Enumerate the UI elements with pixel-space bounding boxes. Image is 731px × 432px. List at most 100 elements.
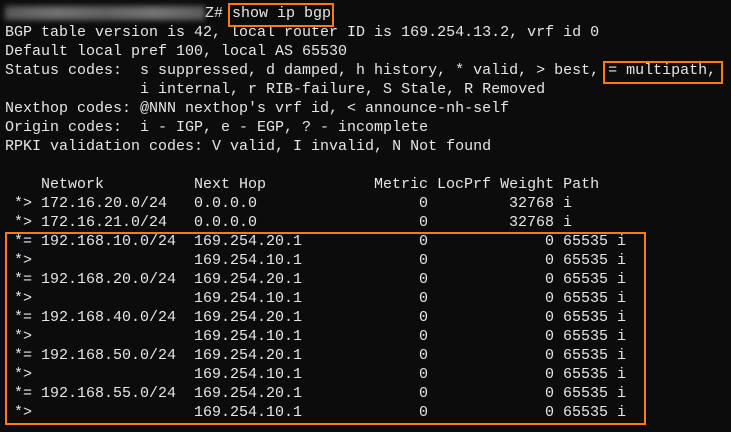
info-line: RPKI validation codes: V valid, I invali… bbox=[5, 138, 492, 155]
table-row: *= 192.168.20.0/24 169.254.20.1 0 0 65535 i bbox=[5, 270, 716, 289]
route-status: *> bbox=[14, 366, 33, 383]
route-network: 172.16.21.0/24 bbox=[41, 214, 168, 231]
prompt-line: Z# show ip bgp bbox=[5, 4, 716, 23]
info-line: i internal, r RIB-failure, S Stale, R Re… bbox=[5, 81, 546, 98]
prompt-suffix: Z# bbox=[205, 5, 224, 22]
route-next-hop: 169.254.20.1 bbox=[194, 309, 303, 326]
route-weight: 0 bbox=[545, 233, 555, 250]
route-weight: 0 bbox=[545, 252, 555, 269]
route-metric: 0 bbox=[419, 385, 429, 402]
route-metric: 0 bbox=[419, 404, 429, 421]
route-weight: 0 bbox=[545, 309, 555, 326]
route-metric: 0 bbox=[419, 271, 429, 288]
route-path: 65535 i bbox=[563, 309, 627, 326]
route-metric: 0 bbox=[419, 309, 429, 326]
route-metric: 0 bbox=[419, 195, 429, 212]
header-network: Network bbox=[41, 176, 105, 193]
route-path: 65535 i bbox=[563, 347, 627, 364]
route-metric: 0 bbox=[419, 347, 429, 364]
route-network: 192.168.40.0/24 bbox=[41, 309, 177, 326]
route-metric: 0 bbox=[419, 290, 429, 307]
route-next-hop: 169.254.20.1 bbox=[194, 385, 303, 402]
route-next-hop: 169.254.20.1 bbox=[194, 347, 303, 364]
route-status: *> bbox=[14, 252, 33, 269]
table-row: *= 192.168.50.0/24 169.254.20.1 0 0 65535 i bbox=[5, 346, 716, 365]
route-status: *= bbox=[14, 347, 33, 364]
route-path: 65535 i bbox=[563, 290, 627, 307]
redacted-hostname bbox=[5, 6, 205, 21]
route-weight: 0 bbox=[545, 366, 555, 383]
route-weight: 0 bbox=[545, 328, 555, 345]
route-network: 192.168.50.0/24 bbox=[41, 347, 177, 364]
route-network: 192.168.20.0/24 bbox=[41, 271, 177, 288]
info-line: Nexthop codes: @NNN nexthop's vrf id, < … bbox=[5, 100, 510, 117]
route-path: 65535 i bbox=[563, 233, 627, 250]
route-next-hop: 0.0.0.0 bbox=[194, 195, 258, 212]
route-weight: 0 bbox=[545, 347, 555, 364]
status-codes-line: Status codes: s suppressed, d damped, h … bbox=[5, 61, 716, 80]
table-header: Network Next Hop Metric LocPrf Weight Path bbox=[5, 175, 716, 194]
route-weight: 0 bbox=[545, 271, 555, 288]
info-line: BGP table version is 42, local router ID… bbox=[5, 24, 600, 41]
route-next-hop: 169.254.10.1 bbox=[194, 366, 303, 383]
command-text: show ip bgp bbox=[232, 5, 332, 22]
route-path: i bbox=[563, 195, 573, 212]
route-network: 192.168.55.0/24 bbox=[41, 385, 177, 402]
route-next-hop: 0.0.0.0 bbox=[194, 214, 258, 231]
route-metric: 0 bbox=[419, 366, 429, 383]
route-network: 172.16.20.0/24 bbox=[41, 195, 168, 212]
route-status: *= bbox=[14, 385, 33, 402]
route-path: 65535 i bbox=[563, 252, 627, 269]
terminal-output: Z# show ip bgp BGP table version is 42, … bbox=[5, 4, 716, 422]
multipath-code: = multipath, bbox=[608, 62, 717, 79]
table-row: *> 169.254.10.1 0 0 65535 i bbox=[5, 365, 716, 384]
route-status: *> bbox=[14, 328, 33, 345]
table-row: *> 169.254.10.1 0 0 65535 i bbox=[5, 327, 716, 346]
route-path: 65535 i bbox=[563, 328, 627, 345]
table-row: *= 192.168.55.0/24 169.254.20.1 0 0 65535 i bbox=[5, 384, 716, 403]
route-next-hop: 169.254.10.1 bbox=[194, 290, 303, 307]
table-row: *> 169.254.10.1 0 0 65535 i bbox=[5, 289, 716, 308]
route-metric: 0 bbox=[419, 328, 429, 345]
route-path: 65535 i bbox=[563, 366, 627, 383]
header-next-hop: Next Hop bbox=[194, 176, 267, 193]
route-weight: 0 bbox=[545, 404, 555, 421]
route-weight: 0 bbox=[545, 290, 555, 307]
table-row: *> 169.254.10.1 0 0 65535 i bbox=[5, 251, 716, 270]
route-metric: 0 bbox=[419, 252, 429, 269]
route-next-hop: 169.254.20.1 bbox=[194, 271, 303, 288]
table-row: *= 192.168.10.0/24 169.254.20.1 0 0 65535 i bbox=[5, 232, 716, 251]
route-status: *> bbox=[14, 195, 33, 212]
route-network: 192.168.10.0/24 bbox=[41, 233, 177, 250]
route-status: *= bbox=[14, 233, 33, 250]
status-codes-text: Status codes: s suppressed, d damped, h … bbox=[5, 62, 609, 79]
table-row: *> 169.254.10.1 0 0 65535 i bbox=[5, 403, 716, 422]
route-path: i bbox=[563, 214, 573, 231]
route-status: *> bbox=[14, 290, 33, 307]
route-next-hop: 169.254.10.1 bbox=[194, 404, 303, 421]
route-path: 65535 i bbox=[563, 404, 627, 421]
header-locprf: LocPrf bbox=[437, 176, 492, 193]
route-next-hop: 169.254.10.1 bbox=[194, 252, 303, 269]
table-row: *= 192.168.40.0/24 169.254.20.1 0 0 65535 i bbox=[5, 308, 716, 327]
header-path: Path bbox=[563, 176, 600, 193]
route-metric: 0 bbox=[419, 233, 429, 250]
header-metric: Metric bbox=[374, 176, 429, 193]
route-status: *= bbox=[14, 309, 33, 326]
route-path: 65535 i bbox=[563, 271, 627, 288]
route-weight: 32768 bbox=[509, 214, 555, 231]
table-row: *> 172.16.21.0/24 0.0.0.0 0 32768 i bbox=[5, 213, 716, 232]
route-status: *> bbox=[14, 404, 33, 421]
route-next-hop: 169.254.20.1 bbox=[194, 233, 303, 250]
route-path: 65535 i bbox=[563, 385, 627, 402]
table-row: *> 172.16.20.0/24 0.0.0.0 0 32768 i bbox=[5, 194, 716, 213]
route-weight: 32768 bbox=[509, 195, 555, 212]
route-status: *> bbox=[14, 214, 33, 231]
header-weight: Weight bbox=[500, 176, 555, 193]
route-status: *= bbox=[14, 271, 33, 288]
route-next-hop: 169.254.10.1 bbox=[194, 328, 303, 345]
route-weight: 0 bbox=[545, 385, 555, 402]
route-metric: 0 bbox=[419, 214, 429, 231]
info-line: Origin codes: i - IGP, e - EGP, ? - inco… bbox=[5, 119, 429, 136]
